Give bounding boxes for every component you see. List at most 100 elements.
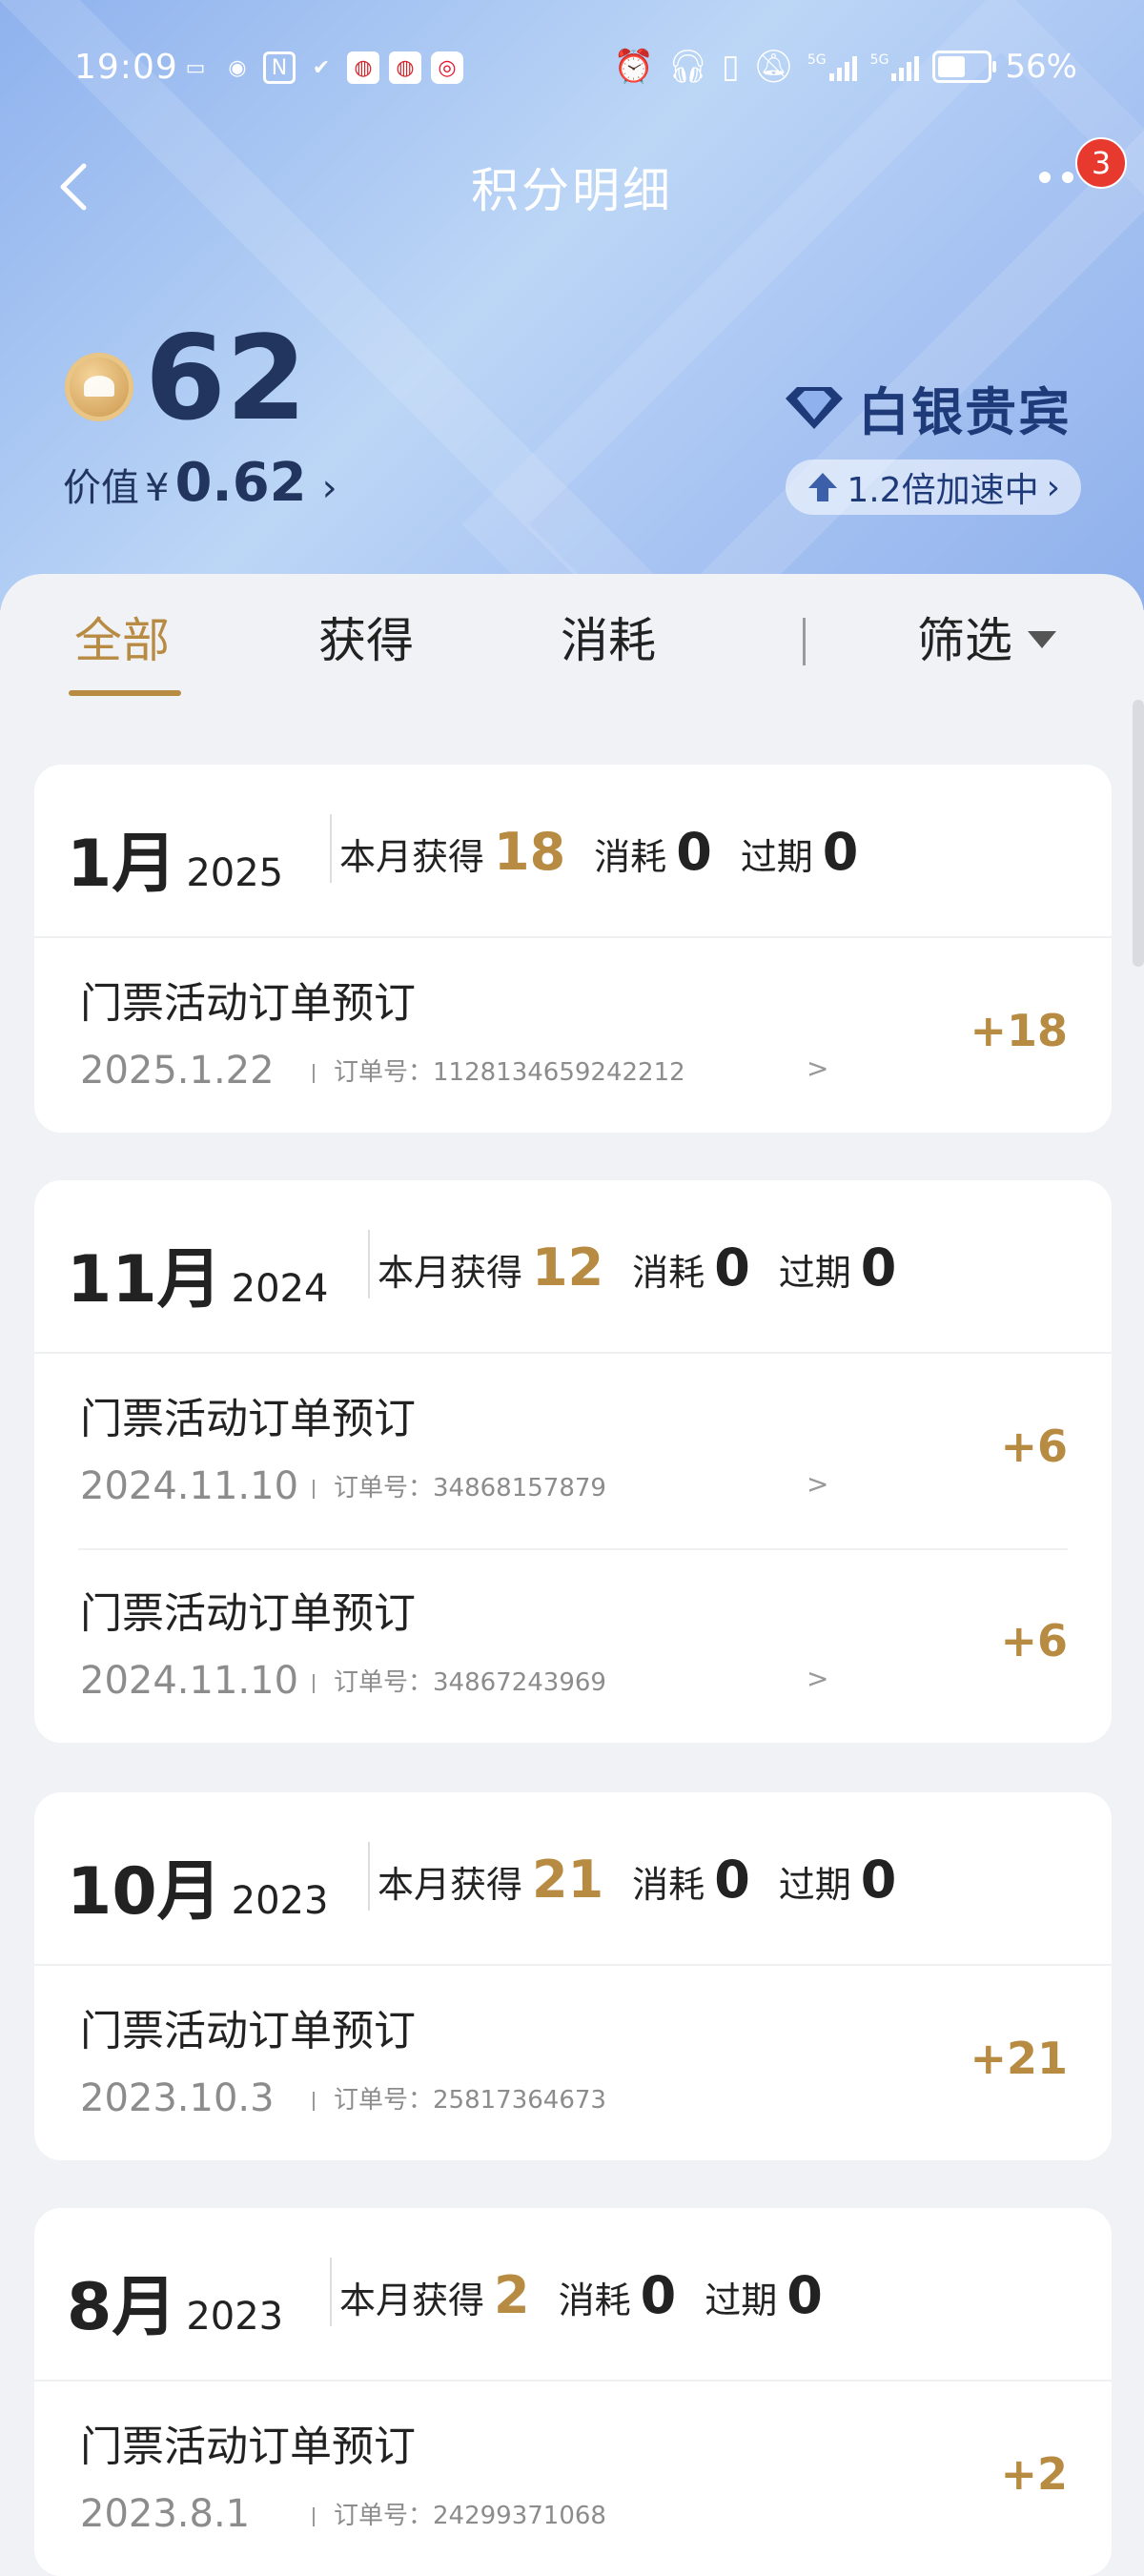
- battery-icon: [932, 51, 997, 83]
- signal-icon: 5G: [807, 52, 857, 81]
- expired-count: 0: [822, 822, 859, 882]
- earned-label: 本月获得: [378, 1864, 523, 1906]
- month-card: 1月 2025 本月获得 18 消耗 0 过期 0 门票活动订单预订 2025.1.22 订单号：1…: [34, 765, 1112, 1133]
- weibo-icon: ◎: [431, 51, 463, 84]
- record-order-number: 订单号：34868157879: [313, 1464, 606, 1512]
- filter-button[interactable]: 筛选: [917, 603, 1056, 671]
- month-label: 11月 2024: [67, 1226, 328, 1320]
- month-year: 2023: [186, 2295, 284, 2339]
- month-name: 1月: [67, 827, 177, 902]
- order-number: 34868157879: [433, 1474, 606, 1503]
- record-title: 门票活动订单预订: [80, 1395, 416, 1443]
- record-title: 门票活动订单预订: [80, 979, 416, 1028]
- month-name: 11月: [67, 1242, 222, 1318]
- earned-count: 21: [532, 1850, 604, 1910]
- earned-count: 2: [494, 2265, 530, 2325]
- record-order-number: 订单号：34867243969: [313, 1659, 606, 1707]
- notification-badge: 3: [1075, 137, 1127, 189]
- earned-label: 本月获得: [339, 2280, 485, 2321]
- tab-consumed[interactable]: 消耗: [561, 603, 656, 671]
- month-label: 1月 2025: [67, 810, 283, 905]
- month-header: 11月 2024 本月获得 12 消耗 0 过期 0: [34, 1180, 1112, 1354]
- boost-button[interactable]: 1.2倍加速中 ›: [786, 460, 1081, 515]
- points-value-link[interactable]: 价值 ¥ 0.62 ›: [63, 452, 337, 514]
- arrow-up-icon: [808, 473, 838, 501]
- chevron-right-icon: ›: [321, 466, 337, 510]
- chevron-right-icon[interactable]: >: [807, 1053, 828, 1084]
- month-year: 2023: [231, 1879, 329, 1923]
- points-record[interactable]: 门票活动订单预订 2023.10.3 订单号：25817364673 +21: [34, 1966, 1112, 2160]
- record-order-number: 订单号：1128134659242212: [313, 1049, 685, 1096]
- caret-down-icon: [1028, 631, 1056, 648]
- record-title: 门票活动订单预订: [80, 2007, 416, 2055]
- scrollbar[interactable]: [1133, 700, 1144, 967]
- points-record[interactable]: 门票活动订单预订 2025.1.22 订单号：1128134659242212 > +1…: [34, 938, 1112, 1133]
- month-label: 8月 2023: [67, 2254, 283, 2348]
- expired-label: 过期: [778, 1252, 851, 1294]
- chevron-right-icon[interactable]: >: [807, 1468, 828, 1500]
- consumed-count: 0: [640, 2265, 677, 2325]
- consumed-count: 0: [714, 1237, 750, 1298]
- order-number: 1128134659242212: [433, 1058, 685, 1087]
- expired-count: 0: [786, 2265, 823, 2325]
- month-card: 10月 2023 本月获得 21 消耗 0 过期 0 门票活动订单预订 2023.10.3 订单号：…: [34, 1792, 1112, 2160]
- value-amount: 0.62: [174, 452, 307, 514]
- month-name: 8月: [67, 2270, 177, 2345]
- chevron-right-icon[interactable]: >: [807, 1663, 828, 1694]
- points-record[interactable]: 门票活动订单预订 2024.11.10 订单号：34868157879 > +6: [34, 1354, 1112, 1548]
- vibrate-icon: ▯: [722, 48, 740, 86]
- record-order-number: 订单号：24299371068: [313, 2492, 606, 2540]
- order-prefix: 订单号：: [334, 1058, 434, 1087]
- cast-icon: ▭: [185, 55, 206, 80]
- points-coin-icon: [65, 353, 133, 421]
- tab-active-indicator: [69, 690, 181, 696]
- status-bar: 19:09 ▭ ◉ N ✔ ◍ ◍ ◎ ⏰ 🎧︎ ▯ 🔕︎ 5G 5G 56%: [0, 38, 1144, 105]
- month-name: 10月: [67, 1854, 222, 1930]
- record-title: 门票活动订单预订: [80, 2423, 416, 2471]
- expired-label: 过期: [778, 1864, 851, 1906]
- record-points: +6: [1000, 1421, 1068, 1472]
- earned-label: 本月获得: [378, 1252, 523, 1294]
- record-points: +18: [970, 1005, 1068, 1056]
- filter-label: 筛选: [917, 613, 1012, 668]
- app-notification-icon: ◍: [389, 51, 421, 84]
- battery-percent: 56%: [1005, 48, 1077, 86]
- headphones-icon: 🎧︎: [666, 48, 708, 86]
- records-panel: 全部 获得 消耗 筛选 1月 2025 本月获得 18 消耗 0 过期 0 门票活动订单预订 20…: [0, 574, 1144, 2576]
- record-title: 门票活动订单预订: [80, 1589, 416, 1638]
- chevron-right-icon: ›: [1046, 467, 1060, 507]
- order-prefix: 订单号：: [334, 2502, 434, 2530]
- order-prefix: 订单号：: [334, 1474, 434, 1503]
- tab-earned[interactable]: 获得: [318, 603, 414, 671]
- points-total: 62: [145, 311, 307, 446]
- notification-icons: ▭ ◉ N ✔ ◍ ◍ ◎: [179, 51, 463, 84]
- diamond-icon: [786, 386, 843, 429]
- record-date: 2023.8.1: [80, 2492, 251, 2536]
- points-record[interactable]: 门票活动订单预订 2023.8.1 订单号：24299371068 +2: [34, 2382, 1112, 2576]
- consumed-label: 消耗: [594, 836, 667, 878]
- status-time: 19:09: [74, 48, 178, 87]
- nfc-icon: N: [263, 51, 296, 84]
- signal-icon: 5G: [870, 52, 920, 81]
- page-title: 积分明细: [471, 163, 673, 218]
- expired-count: 0: [860, 1237, 897, 1298]
- tab-all[interactable]: 全部: [74, 603, 170, 671]
- month-label: 10月 2023: [67, 1838, 328, 1932]
- record-date: 2024.11.10: [80, 1464, 299, 1508]
- mute-icon: 🔕︎: [752, 48, 794, 86]
- tab-bar: 全部 获得 消耗 筛选: [0, 574, 1144, 698]
- app-check-icon: ✔: [312, 55, 331, 80]
- value-currency: ¥: [145, 466, 170, 510]
- consumed-label: 消耗: [558, 2280, 631, 2321]
- vip-level[interactable]: 白银贵宾: [782, 370, 1072, 445]
- points-record[interactable]: 门票活动订单预订 2024.11.10 订单号：34867243969 > +6: [34, 1548, 1112, 1743]
- earned-label: 本月获得: [339, 836, 485, 878]
- vip-level-label: 白银贵宾: [858, 381, 1072, 442]
- header-separator: [330, 814, 332, 883]
- header-background: 19:09 ▭ ◉ N ✔ ◍ ◍ ◎ ⏰ 🎧︎ ▯ 🔕︎ 5G 5G 56%: [0, 0, 1144, 610]
- month-header: 10月 2023 本月获得 21 消耗 0 过期 0: [34, 1792, 1112, 1966]
- record-date: 2024.11.10: [80, 1659, 299, 1703]
- order-number: 24299371068: [433, 2502, 606, 2530]
- order-number: 34867243969: [433, 1668, 606, 1697]
- value-label: 价值: [63, 466, 139, 510]
